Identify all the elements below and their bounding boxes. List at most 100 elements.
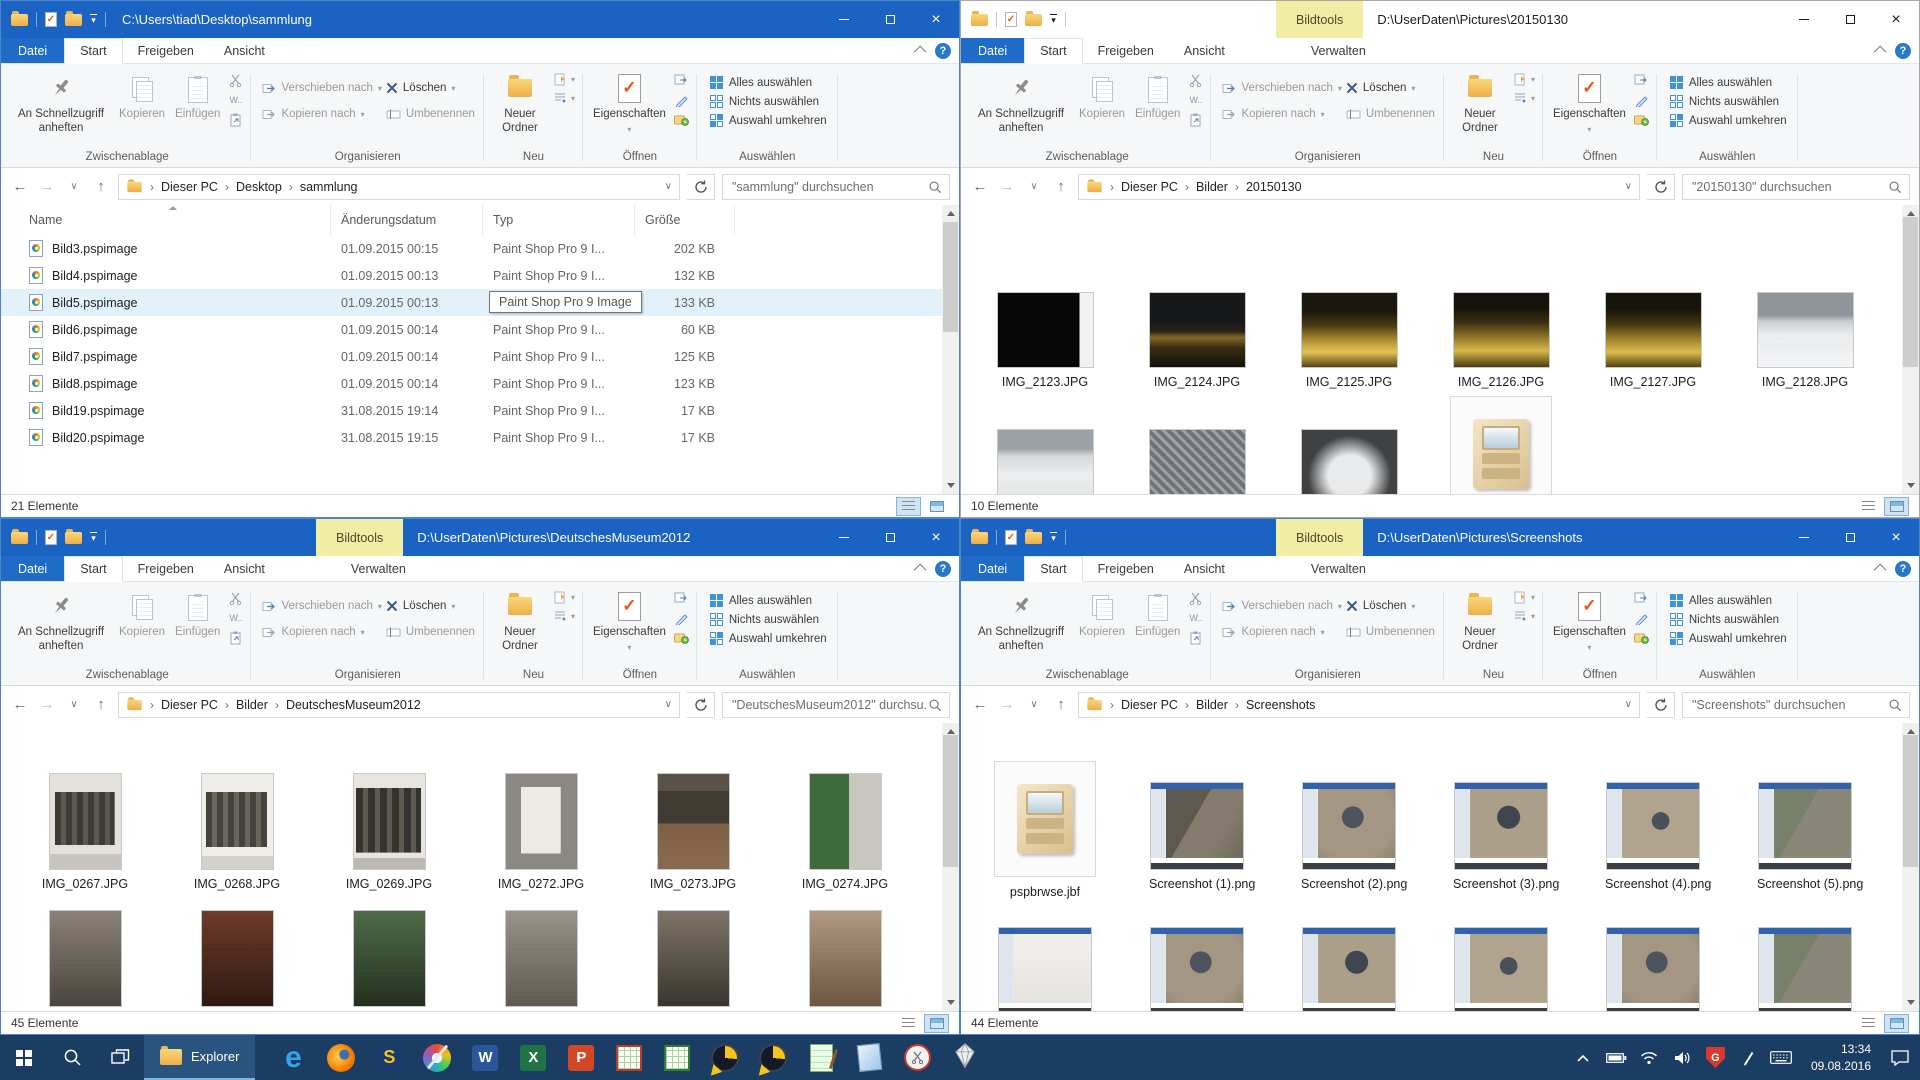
taskbar-explorer-button[interactable]: Explorer xyxy=(144,1035,255,1080)
properties-quick-icon[interactable]: ✓ xyxy=(45,530,57,545)
history-icon[interactable] xyxy=(674,113,689,127)
close-button[interactable]: × xyxy=(1873,1,1919,38)
close-button[interactable]: × xyxy=(1873,519,1919,556)
tab-freigeben[interactable]: Freigeben xyxy=(123,556,209,581)
paste-shortcut-icon[interactable] xyxy=(228,631,243,645)
collapse-ribbon-icon[interactable] xyxy=(1874,46,1887,59)
task-view-button[interactable] xyxy=(96,1035,144,1080)
breadcrumb-item[interactable]: 20150130 xyxy=(1246,180,1302,194)
file-item[interactable] xyxy=(9,908,161,1006)
customize-toolbar-icon[interactable]: ▾ xyxy=(1050,532,1057,543)
column-header-date[interactable]: Änderungsdatum xyxy=(331,205,483,235)
pin-to-quickaccess-button[interactable]: An Schnellzugriff anheften xyxy=(8,68,114,139)
file-item[interactable]: Screenshot (2).png xyxy=(1273,771,1425,892)
edit-icon[interactable] xyxy=(1634,93,1649,107)
details-view-button[interactable] xyxy=(896,497,921,516)
taskbar-app-seamonkey[interactable]: S xyxy=(365,1035,413,1080)
help-icon[interactable]: ? xyxy=(1895,43,1911,59)
history-icon[interactable] xyxy=(674,631,689,645)
taskbar-app-word[interactable]: W xyxy=(461,1035,509,1080)
file-item[interactable]: Screenshot (1).png xyxy=(1121,771,1273,892)
customize-toolbar-icon[interactable]: ▾ xyxy=(90,14,97,25)
maximize-button[interactable] xyxy=(867,1,913,38)
tab-verwalten[interactable]: Verwalten xyxy=(1296,556,1381,581)
tray-expand-button[interactable] xyxy=(1567,1053,1600,1063)
select-all-button[interactable]: Alles auswählen xyxy=(1670,594,1787,607)
tab-ansicht[interactable]: Ansicht xyxy=(1169,38,1240,63)
new-folder-button[interactable]: Neuer Ordner xyxy=(1449,586,1511,657)
new-folder-button[interactable]: Neuer Ordner xyxy=(1449,68,1511,139)
refresh-button[interactable] xyxy=(687,174,715,200)
file-item[interactable]: IMG_0267.JPG xyxy=(9,771,161,892)
minimize-button[interactable] xyxy=(1781,1,1827,38)
copy-to-button[interactable]: Kopieren nach▾ xyxy=(1222,108,1341,120)
tray-volume-button[interactable] xyxy=(1666,1051,1699,1065)
easy-access-button[interactable]: ▾ xyxy=(1514,610,1535,622)
edit-icon[interactable] xyxy=(674,611,689,625)
select-all-button[interactable]: Alles auswählen xyxy=(1670,76,1787,89)
taskbar-app-notes-blue[interactable] xyxy=(845,1035,893,1080)
title-bar[interactable]: ✓ ▾ Bildtools D:\UserDaten\Pictures\Deut… xyxy=(1,519,959,556)
back-button[interactable]: ← xyxy=(970,178,990,195)
tab-start[interactable]: Start xyxy=(1024,38,1082,64)
breadcrumb-item[interactable]: Screenshots xyxy=(1246,698,1315,712)
table-row[interactable]: Bild19.pspimage31.08.2015 19:14Paint Sho… xyxy=(1,397,942,424)
tab-freigeben[interactable]: Freigeben xyxy=(1083,556,1169,581)
breadcrumb[interactable]: › Dieser PC›Bilder›Screenshots ∨ xyxy=(1078,692,1640,718)
taskbar-app-clock-app-1[interactable] xyxy=(701,1035,749,1080)
paste-shortcut-icon[interactable] xyxy=(1188,113,1203,127)
table-row[interactable]: Bild3.pspimage01.09.2015 00:15Paint Shop… xyxy=(1,235,942,262)
table-row[interactable]: Bild8.pspimage01.09.2015 00:14Paint Shop… xyxy=(1,370,942,397)
copy-to-button[interactable]: Kopieren nach▾ xyxy=(262,626,381,638)
copy-button[interactable]: Kopieren xyxy=(114,586,170,643)
forward-button[interactable]: → xyxy=(997,178,1017,195)
move-to-button[interactable]: Verschieben nach▾ xyxy=(262,600,381,612)
scrollbar-thumb[interactable] xyxy=(943,735,958,867)
open-icon[interactable] xyxy=(674,73,689,87)
properties-button[interactable]: ✓ Eigenschaften ▾ xyxy=(1548,586,1631,655)
search-input[interactable] xyxy=(1690,697,1888,713)
file-item[interactable]: IMG_0274.JPG xyxy=(769,771,921,892)
invert-selection-button[interactable]: Auswahl umkehren xyxy=(1670,114,1787,127)
breadcrumb[interactable]: › Dieser PC›Bilder›DeutschesMuseum2012 ∨ xyxy=(118,692,680,718)
new-folder-button[interactable]: Neuer Ordner xyxy=(489,68,551,139)
tab-datei[interactable]: Datei xyxy=(961,556,1024,581)
file-item[interactable]: IMG_0272.JPG xyxy=(465,771,617,892)
file-item[interactable] xyxy=(1273,916,1425,1011)
tray-gdata-button[interactable]: G xyxy=(1699,1047,1732,1068)
help-icon[interactable]: ? xyxy=(935,43,951,59)
properties-button[interactable]: ✓ Eigenschaften ▾ xyxy=(588,586,671,655)
file-item[interactable]: IMG_2126.JPG xyxy=(1425,269,1577,390)
new-item-button[interactable]: ▾ xyxy=(554,591,575,604)
copy-path-icon[interactable]: W.. xyxy=(228,93,243,107)
forward-button[interactable]: → xyxy=(37,178,57,195)
tab-start[interactable]: Start xyxy=(1024,556,1082,582)
file-item[interactable] xyxy=(969,406,1121,494)
select-none-button[interactable]: Nichts auswählen xyxy=(1670,95,1787,108)
title-bar[interactable]: ✓ ▾ Bildtools D:\UserDaten\Pictures\2015… xyxy=(961,1,1919,38)
cut-icon[interactable] xyxy=(1188,591,1203,605)
properties-button[interactable]: ✓ Eigenschaften ▾ xyxy=(588,68,671,137)
tray-battery-button[interactable] xyxy=(1600,1052,1633,1064)
copy-button[interactable]: Kopieren xyxy=(1074,68,1130,125)
taskbar-app-crystal[interactable] xyxy=(941,1035,989,1080)
address-dropdown-icon[interactable]: ∨ xyxy=(1625,181,1632,192)
rename-button[interactable]: Umbenennen xyxy=(386,626,475,638)
taskbar-app-notes-green[interactable] xyxy=(797,1035,845,1080)
easy-access-button[interactable]: ▾ xyxy=(1514,92,1535,104)
table-row[interactable]: Bild4.pspimage01.09.2015 00:13Paint Shop… xyxy=(1,262,942,289)
taskbar-app-sheet-red[interactable] xyxy=(605,1035,653,1080)
tab-datei[interactable]: Datei xyxy=(961,38,1024,63)
paste-shortcut-icon[interactable] xyxy=(228,113,243,127)
rename-button[interactable]: Umbenennen xyxy=(386,108,475,120)
file-item[interactable] xyxy=(1425,406,1577,494)
tab-ansicht[interactable]: Ansicht xyxy=(209,556,280,581)
up-button[interactable]: ↑ xyxy=(1051,178,1071,195)
breadcrumb-item[interactable]: Bilder xyxy=(1196,698,1228,712)
address-dropdown-icon[interactable]: ∨ xyxy=(665,699,672,710)
rename-button[interactable]: Umbenennen xyxy=(1346,108,1435,120)
tab-ansicht[interactable]: Ansicht xyxy=(1169,556,1240,581)
start-button[interactable] xyxy=(0,1035,48,1080)
address-dropdown-icon[interactable]: ∨ xyxy=(665,181,672,192)
breadcrumb-item[interactable]: Dieser PC xyxy=(161,180,218,194)
